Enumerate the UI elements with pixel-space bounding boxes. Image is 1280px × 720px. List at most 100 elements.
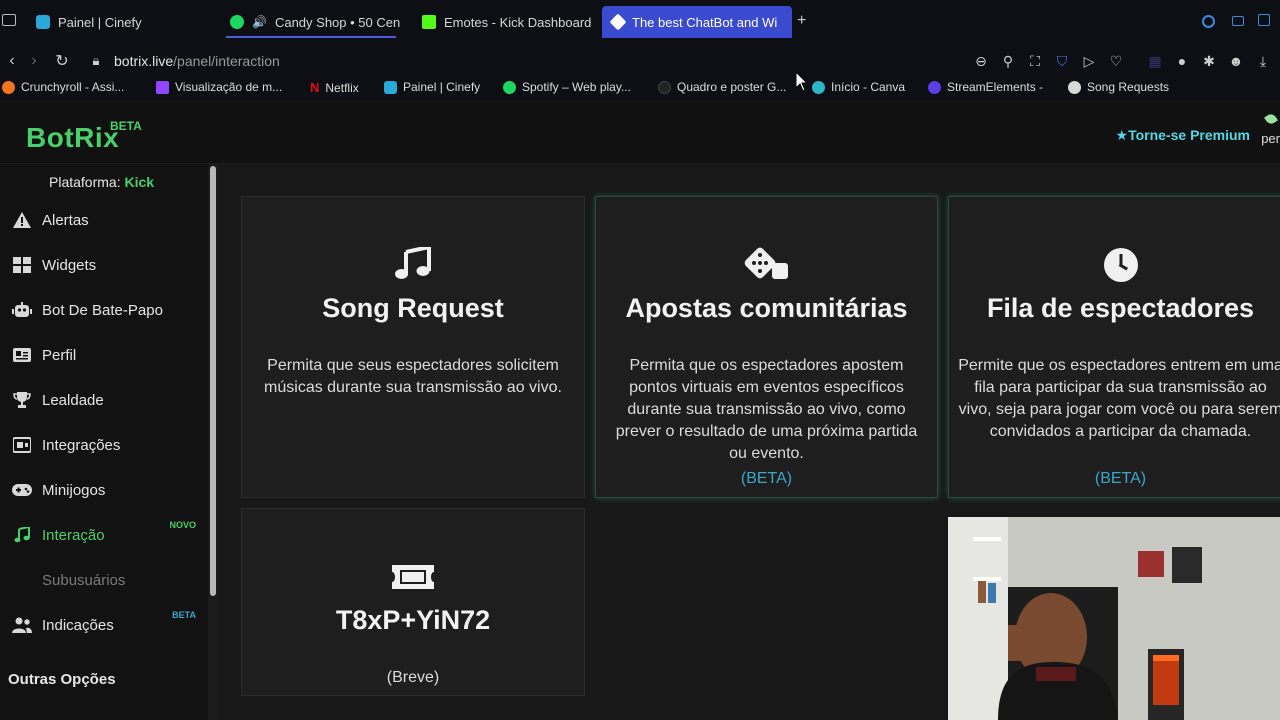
speaker-icon[interactable]: 🔊 [252,15,267,29]
card-description: Permite que os espectadores entrem em um… [958,357,1280,440]
canva-icon [812,80,825,94]
browser-tab-bar: Painel | Cinefy 🔊 Candy Shop • 50 Cen Em… [0,0,1280,44]
mouse-cursor [796,72,808,92]
sidebar-item-bot-de-bate-papo[interactable]: Bot De Bate-Papo [0,295,206,325]
premium-link[interactable]: ★Torne-se Premium [1116,127,1250,144]
card-ticket[interactable]: T8xP+YiN72 (Breve) [241,508,585,696]
sidebar-scroll-thumb[interactable] [210,166,216,596]
platform-indicator[interactable]: Plataforma: Kick [49,174,154,190]
search-tabs-icon[interactable] [1202,15,1215,28]
grid-icon [12,255,32,275]
card-beta-badge: (BETA) [1094,470,1147,487]
tab-label: Painel | Cinefy [58,14,142,30]
gamepad-icon [12,480,32,500]
card-title: Song Request [322,293,504,323]
tab-kick[interactable]: Emotes - Kick Dashboard [412,6,598,38]
tab-label: The best ChatBot and Wi [632,14,778,30]
url-path: /panel/interaction [173,53,280,69]
tab-spotify[interactable]: 🔊 Candy Shop • 50 Cen [220,6,402,38]
restore-icon[interactable] [1258,14,1270,26]
url-field[interactable]: botrix.live/panel/interaction [114,53,280,69]
bookmarks-bar: Crunchyroll - Assi... Visualização de m.… [0,78,1280,100]
trophy-icon [12,390,32,410]
card-description: Permita que os espectadores apostem pont… [615,357,918,462]
sidebar-item-interacao[interactable]: Interação NOVO [0,520,206,550]
shield-extension-icon[interactable]: ⛉ [1054,53,1070,69]
play-icon[interactable]: ▷ [1081,53,1097,69]
forward-icon[interactable]: › [22,44,46,78]
kick-favicon [422,15,436,29]
new-badge: NOVO [169,520,196,530]
dice-icon [744,247,788,279]
sidebar-item-perfil[interactable]: Perfil [0,340,206,370]
sidebar-item-minijogos[interactable]: Minijogos [0,475,206,505]
crunchyroll-icon [2,80,15,94]
other-options-heading: Outras Opções [8,671,116,688]
heart-icon[interactable]: ♡ [1108,53,1124,69]
botrix-favicon [609,13,627,31]
address-bar: ‹ › ↻ 🔒︎ botrix.live/panel/interaction ⊖… [0,44,1280,78]
tab-label: Candy Shop • 50 Cen [274,14,401,30]
lock-icon: 🔒︎ [92,53,100,68]
cinefy-icon [384,80,397,94]
bookmark-twitch[interactable]: Visualização de m... [156,80,282,94]
spotify-icon [503,80,516,94]
bookmark-spotify[interactable]: Spotify – Web play... [503,80,631,94]
app-header: BotRix BETA ★Torne-se Premium per [0,100,1280,164]
card-apostas-comunitarias[interactable]: Apostas comunitárias Permita que os espe… [595,196,938,498]
sidebar: Plataforma: Kick Alertas Widgets Bot De … [0,164,218,720]
netflix-icon: N [310,80,320,95]
user-menu[interactable]: per [1261,131,1280,146]
zoom-out-icon[interactable]: ⊖ [973,53,989,69]
extension-icon-1[interactable]: ▦ [1147,53,1163,69]
new-tab-button[interactable]: + [797,12,806,30]
star-icon: ★ [1115,127,1129,143]
url-host: botrix.live [114,53,174,69]
sidebar-item-integracoes[interactable]: Integrações [0,430,206,460]
download-icon[interactable]: ⤓ [1255,53,1271,69]
card-beta-badge: (BETA) [740,470,793,487]
minimize-icon[interactable] [1232,16,1244,26]
tab-actions-icon[interactable] [2,14,16,26]
users-icon [12,615,32,635]
card-fila-de-espectadores[interactable]: Fila de espectadores Permite que os espe… [948,196,1280,498]
sidebar-item-subusuarios[interactable]: Subusuários [0,565,206,595]
extension-icon-2[interactable]: ● [1174,53,1190,69]
bookmark-quadro[interactable]: Quadro e poster G... [658,80,786,94]
card-description: Permita que seus espectadores solicitem … [264,357,562,396]
twitch-icon [156,80,169,94]
ticket-icon [392,565,434,589]
tab-botrix[interactable]: The best ChatBot and Wi [602,6,792,38]
card-status: (Breve) [386,669,440,686]
tab-cinefy[interactable]: Painel | Cinefy [26,6,206,38]
bookmark-cinefy[interactable]: Painel | Cinefy [384,80,480,94]
bookmark-streamelements[interactable]: StreamElements - [928,80,1043,94]
song-requests-icon [1068,80,1081,94]
puzzle-icon[interactable]: ✱ [1201,53,1217,69]
bookmark-netflix[interactable]: N Netflix [310,80,359,95]
back-icon[interactable]: ‹ [0,44,24,78]
bookmark-song-requests[interactable]: Song Requests [1068,80,1169,94]
card-title: Apostas comunitárias [625,293,908,323]
bookmark-canva[interactable]: Início - Canva [812,80,905,94]
sidebar-item-alertas[interactable]: Alertas [0,205,206,235]
sidebar-item-lealdade[interactable]: Lealdade [0,385,206,415]
github-icon [658,80,671,94]
music-icon [12,525,32,545]
reload-icon[interactable]: ↻ [50,44,74,78]
warning-icon [12,210,32,230]
robot-icon [12,300,32,320]
pin-icon[interactable]: ⚲ [1000,53,1016,69]
botrix-logo[interactable]: BotRix [26,122,119,154]
feather-icon [1264,112,1278,126]
spotify-favicon [230,15,244,29]
bookmark-crunchyroll[interactable]: Crunchyroll - Assi... [2,80,124,94]
profile-icon[interactable]: ☻ [1228,53,1244,69]
card-song-request[interactable]: Song Request Permita que seus espectador… [241,196,585,498]
sidebar-item-indicacoes[interactable]: Indicações BETA [0,610,206,640]
screenshot-icon[interactable]: ⛶ [1027,53,1043,69]
music-note-icon [395,247,431,279]
sidebar-item-widgets[interactable]: Widgets [0,250,206,280]
id-card-icon [12,345,32,365]
streamelements-icon [928,80,941,94]
